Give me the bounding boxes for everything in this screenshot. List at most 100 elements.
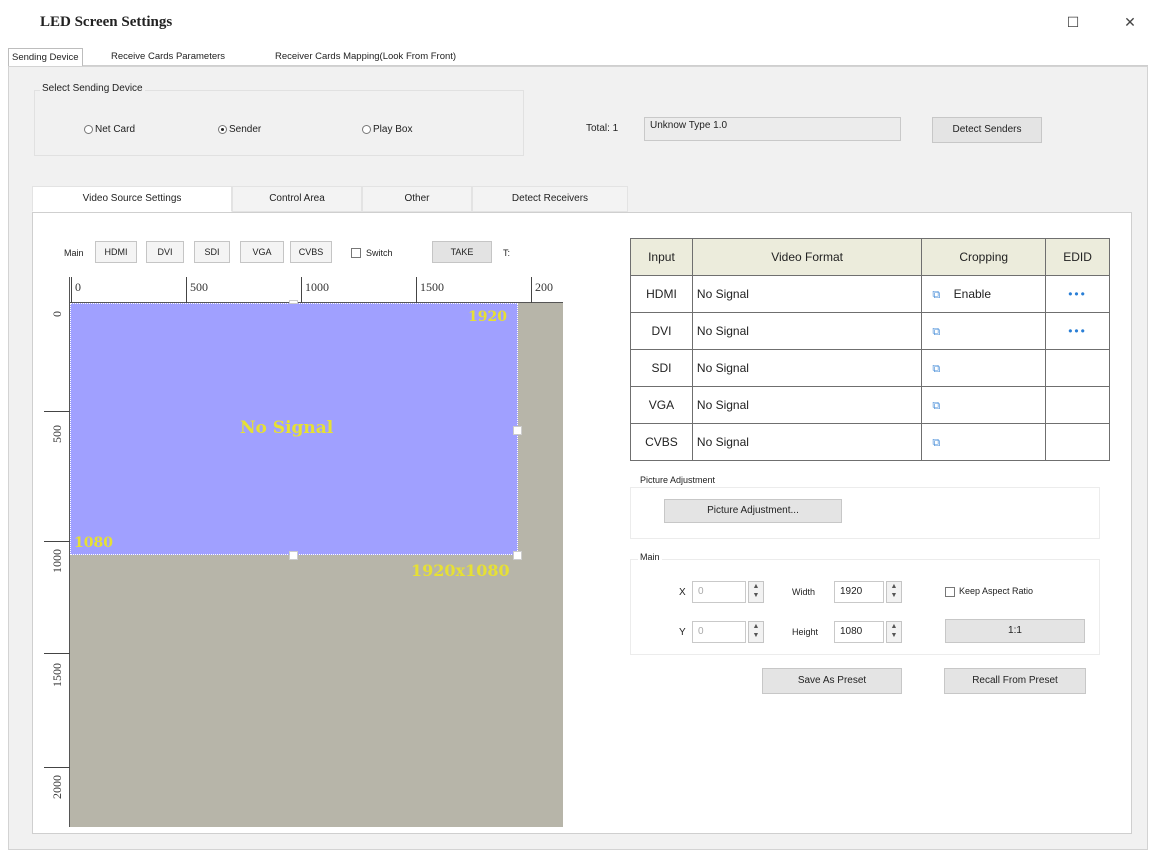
ruler-tick bbox=[44, 653, 70, 654]
cropping-cell[interactable]: ⧉ bbox=[921, 312, 1047, 350]
edid-button[interactable]: ••• bbox=[1045, 312, 1110, 350]
y-spinner[interactable]: ▲ ▼ bbox=[748, 621, 764, 643]
crop-icon[interactable]: ⧉ bbox=[932, 363, 944, 375]
table-row: VGA No Signal ⧉ bbox=[630, 386, 1110, 424]
ruler-label: 1000 bbox=[50, 549, 64, 573]
tab-sending-device[interactable]: Sending Device bbox=[8, 48, 83, 66]
radio-indicator bbox=[84, 125, 93, 134]
crop-icon[interactable]: ⧉ bbox=[932, 289, 944, 301]
select-sending-device-group bbox=[34, 90, 524, 156]
no-signal-label: No Signal bbox=[240, 418, 334, 438]
source-cvbs-button[interactable]: CVBS bbox=[290, 241, 332, 263]
radio-net-card[interactable]: Net Card bbox=[84, 124, 135, 135]
ruler-tick bbox=[416, 277, 417, 303]
input-cell: SDI bbox=[630, 349, 693, 387]
total-label: Total: 1 bbox=[586, 123, 619, 134]
ruler-tick bbox=[301, 277, 302, 303]
source-sdi-button[interactable]: SDI bbox=[194, 241, 230, 263]
ruler-label: 0 bbox=[50, 311, 64, 317]
video-format-cell: No Signal bbox=[691, 386, 923, 424]
ratio-1-1-button[interactable]: 1:1 bbox=[945, 619, 1085, 643]
column-header-edid: EDID bbox=[1045, 238, 1110, 276]
tab-control-area[interactable]: Control Area bbox=[232, 186, 362, 212]
save-as-preset-button[interactable]: Save As Preset bbox=[762, 668, 902, 694]
recall-from-preset-button[interactable]: Recall From Preset bbox=[944, 668, 1086, 694]
take-button[interactable]: TAKE bbox=[432, 241, 492, 263]
ruler-tick bbox=[71, 277, 72, 303]
video-format-cell: No Signal bbox=[691, 423, 923, 461]
ruler-tick bbox=[44, 411, 70, 412]
sender-type-field: Unknow Type 1.0 bbox=[644, 117, 901, 141]
radio-label: Net Card bbox=[95, 124, 136, 135]
tab-other[interactable]: Other bbox=[362, 186, 472, 212]
main-geometry-label: Main bbox=[638, 552, 662, 562]
tab-receiver-cards-mapping[interactable]: Receiver Cards Mapping(Look From Front) bbox=[272, 48, 459, 66]
top-tab-bar: Sending Device Receive Cards Parameters … bbox=[8, 48, 1148, 66]
edid-button[interactable]: ••• bbox=[1045, 275, 1110, 313]
resize-handle-corner[interactable] bbox=[513, 551, 522, 560]
height-input[interactable]: 1080 bbox=[834, 621, 884, 643]
x-input[interactable]: 0 bbox=[692, 581, 746, 603]
detect-senders-button[interactable]: Detect Senders bbox=[932, 117, 1042, 143]
width-input[interactable]: 1920 bbox=[834, 581, 884, 603]
region-height-label: 1080 bbox=[74, 535, 113, 551]
radio-play-box[interactable]: Play Box bbox=[362, 124, 412, 135]
table-row: SDI No Signal ⧉ bbox=[630, 349, 1110, 387]
radio-sender[interactable]: Sender bbox=[218, 124, 261, 135]
x-spinner[interactable]: ▲ ▼ bbox=[748, 581, 764, 603]
ruler-label: 1000 bbox=[305, 280, 329, 294]
cropping-cell[interactable]: ⧉ bbox=[921, 386, 1047, 424]
ruler-label: 1500 bbox=[420, 280, 444, 294]
input-cell: VGA bbox=[630, 386, 693, 424]
height-spinner[interactable]: ▲ ▼ bbox=[886, 621, 902, 643]
keep-aspect-ratio-checkbox[interactable] bbox=[945, 587, 955, 597]
resize-handle-top[interactable] bbox=[289, 300, 298, 304]
crop-icon[interactable]: ⧉ bbox=[932, 400, 944, 412]
tab-receive-cards-parameters[interactable]: Receive Cards Parameters bbox=[108, 48, 228, 66]
video-format-cell: No Signal bbox=[691, 349, 923, 387]
table-row: HDMI No Signal ⧉ Enable ••• bbox=[630, 275, 1110, 313]
table-row: DVI No Signal ⧉ ••• bbox=[630, 312, 1110, 350]
picture-adjustment-button[interactable]: Picture Adjustment... bbox=[664, 499, 842, 523]
ruler-label: 1500 bbox=[50, 663, 64, 687]
column-header-video-format: Video Format bbox=[691, 238, 923, 276]
ruler-label: 200 bbox=[535, 280, 553, 294]
radio-label: Play Box bbox=[373, 124, 413, 135]
radio-indicator bbox=[362, 125, 371, 134]
select-sending-device-label: Select Sending Device bbox=[40, 83, 145, 94]
tab-video-source-settings[interactable]: Video Source Settings bbox=[32, 186, 232, 212]
input-cell: DVI bbox=[630, 312, 693, 350]
switch-label: Switch bbox=[366, 248, 393, 258]
cropping-cell[interactable]: ⧉ bbox=[921, 423, 1047, 461]
y-label: Y bbox=[679, 627, 686, 638]
cropping-cell[interactable]: ⧉ bbox=[921, 349, 1047, 387]
close-icon[interactable]: ✕ bbox=[1120, 12, 1140, 32]
crop-icon[interactable]: ⧉ bbox=[932, 437, 944, 449]
resize-handle-bottom[interactable] bbox=[289, 551, 298, 560]
width-spinner[interactable]: ▲ ▼ bbox=[886, 581, 902, 603]
ruler-tick bbox=[44, 767, 70, 768]
y-input[interactable]: 0 bbox=[692, 621, 746, 643]
vertical-ruler: 0 500 1000 1500 2000 bbox=[44, 277, 70, 827]
switch-checkbox[interactable] bbox=[351, 248, 361, 258]
window-title: LED Screen Settings bbox=[40, 14, 173, 30]
t-label: T: bbox=[503, 248, 511, 258]
video-format-cell: No Signal bbox=[691, 312, 923, 350]
height-label: Height bbox=[792, 627, 819, 637]
source-vga-button[interactable]: VGA bbox=[240, 241, 284, 263]
ruler-label: 0 bbox=[75, 280, 81, 294]
main-source-label: Main bbox=[64, 248, 84, 258]
input-cell: HDMI bbox=[630, 275, 693, 313]
width-label: Width bbox=[792, 587, 816, 597]
cropping-cell[interactable]: ⧉ Enable bbox=[921, 275, 1047, 313]
input-cell: CVBS bbox=[630, 423, 693, 461]
ruler-tick bbox=[186, 277, 187, 303]
source-hdmi-button[interactable]: HDMI bbox=[95, 241, 137, 263]
resize-handle-right[interactable] bbox=[513, 426, 522, 435]
column-header-cropping: Cropping bbox=[921, 238, 1047, 276]
tab-detect-receivers[interactable]: Detect Receivers bbox=[472, 186, 628, 212]
source-dvi-button[interactable]: DVI bbox=[146, 241, 184, 263]
region-width-label: 1920 bbox=[468, 309, 507, 325]
crop-icon[interactable]: ⧉ bbox=[932, 326, 944, 338]
restore-icon[interactable]: ☐ bbox=[1063, 12, 1083, 32]
